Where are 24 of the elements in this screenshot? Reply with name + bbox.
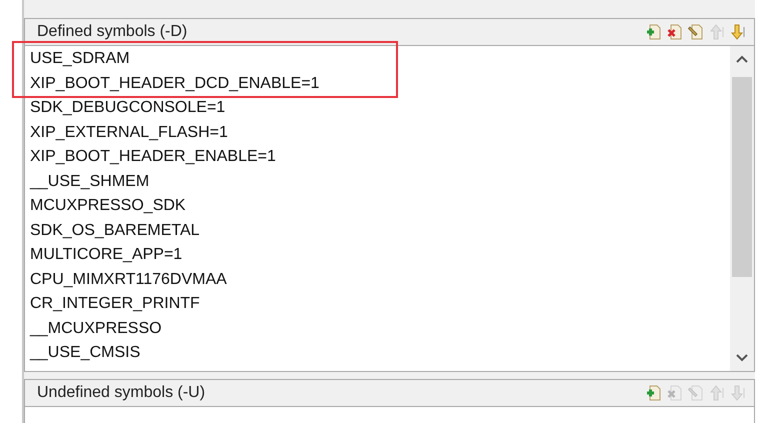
list-item[interactable]: __USE_CMSIS [30, 344, 140, 362]
list-item[interactable]: SDK_DEBUGCONSOLE=1 [30, 99, 226, 117]
list-item[interactable]: XIP_EXTERNAL_FLASH=1 [30, 124, 228, 142]
edit-icon[interactable] [688, 24, 704, 40]
panel-title: Defined symbols (-D) [37, 23, 188, 41]
list-item[interactable]: __USE_SHMEM [30, 172, 150, 190]
list-item[interactable]: __MCUXPRESSO [30, 320, 162, 338]
list-item[interactable]: USE_SDRAM [30, 50, 130, 68]
list-item[interactable]: CR_INTEGER_PRINTF [30, 295, 200, 313]
panel-title: Undefined symbols (-U) [37, 384, 206, 402]
list-item[interactable]: CPU_MIMXRT1176DVMAA [30, 270, 227, 288]
scroll-down-icon[interactable] [735, 353, 749, 363]
scroll-thumb[interactable] [732, 77, 752, 277]
scrollbar[interactable] [730, 46, 754, 371]
list-item[interactable]: SDK_OS_BAREMETAL [30, 222, 200, 240]
list-item[interactable]: XIP_BOOT_HEADER_DCD_ENABLE=1 [30, 74, 320, 92]
add-icon[interactable] [646, 385, 662, 401]
list-item[interactable]: MULTICORE_APP=1 [30, 246, 182, 264]
add-icon[interactable] [646, 24, 662, 40]
list-item[interactable]: MCUXPRESSO_SDK [30, 197, 186, 215]
delete-icon[interactable] [667, 24, 683, 40]
list-item[interactable]: XIP_BOOT_HEADER_ENABLE=1 [30, 148, 276, 166]
move-down-icon[interactable] [730, 24, 746, 40]
scroll-up-icon[interactable] [735, 54, 749, 64]
